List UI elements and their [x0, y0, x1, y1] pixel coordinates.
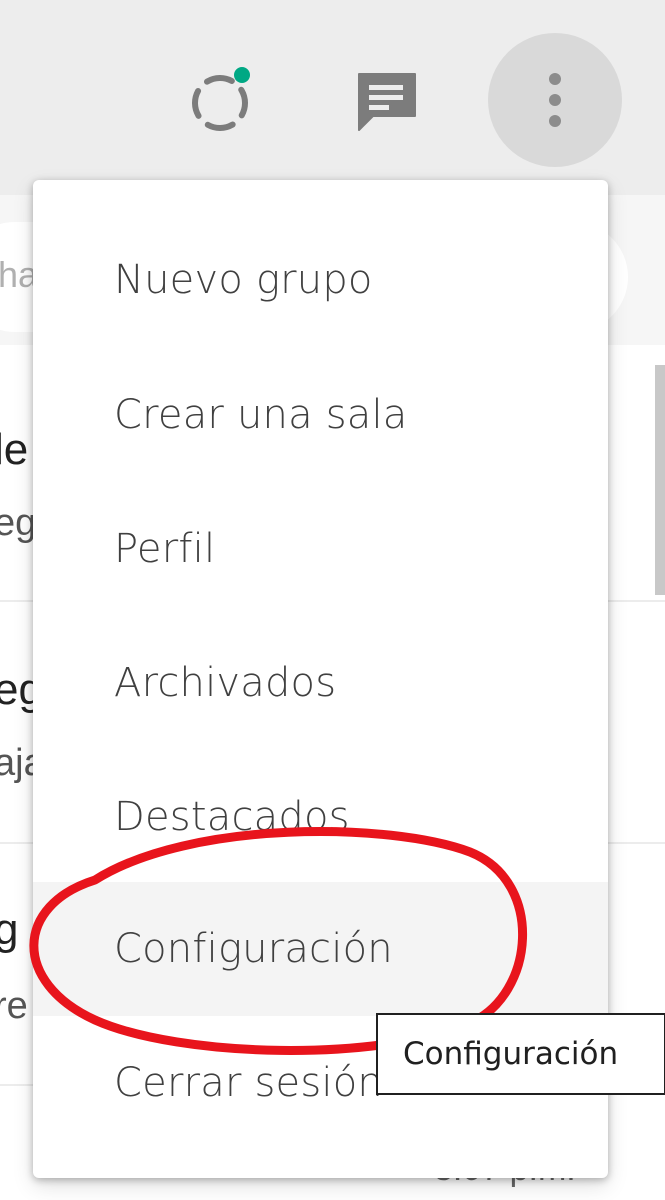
tooltip: Configuración: [376, 1013, 665, 1095]
scrollbar[interactable]: [655, 365, 665, 595]
menu-item-label: Archivados: [114, 660, 337, 706]
chat-list-header: [0, 0, 665, 195]
menu-item-label: Crear una sala: [114, 392, 408, 438]
chat-row-title: g: [0, 905, 19, 954]
menu-item-label: Cerrar sesión: [114, 1060, 383, 1106]
menu-button[interactable]: [488, 33, 622, 167]
menu-item-crear-sala[interactable]: Crear una sala: [33, 348, 608, 482]
menu-item-archivados[interactable]: Archivados: [33, 616, 608, 750]
kebab-dot: [549, 94, 561, 106]
chat-row-subtitle: eg: [0, 502, 37, 544]
tooltip-text: Configuración: [403, 1036, 619, 1072]
menu-item-label: Perfil: [114, 526, 216, 572]
menu-item-destacados[interactable]: Destacados: [33, 750, 608, 884]
status-icon[interactable]: [185, 65, 255, 135]
chat-row-subtitle: re: [0, 985, 28, 1027]
chat-row-title: le: [0, 425, 29, 474]
kebab-dot: [549, 115, 561, 127]
menu-item-nuevo-grupo[interactable]: Nuevo grupo: [33, 213, 608, 347]
menu-item-label: Configuración: [114, 926, 393, 972]
menu-item-perfil[interactable]: Perfil: [33, 482, 608, 616]
menu-item-label: Nuevo grupo: [114, 257, 373, 303]
menu-item-configuracion[interactable]: Configuración: [33, 882, 608, 1016]
chat-icon[interactable]: [355, 70, 419, 134]
kebab-menu-icon: [549, 73, 561, 85]
menu-item-label: Destacados: [114, 794, 350, 840]
app-window: ha le eg eg aja g re 3:07 p.m. Nuevo gru…: [0, 0, 665, 1200]
